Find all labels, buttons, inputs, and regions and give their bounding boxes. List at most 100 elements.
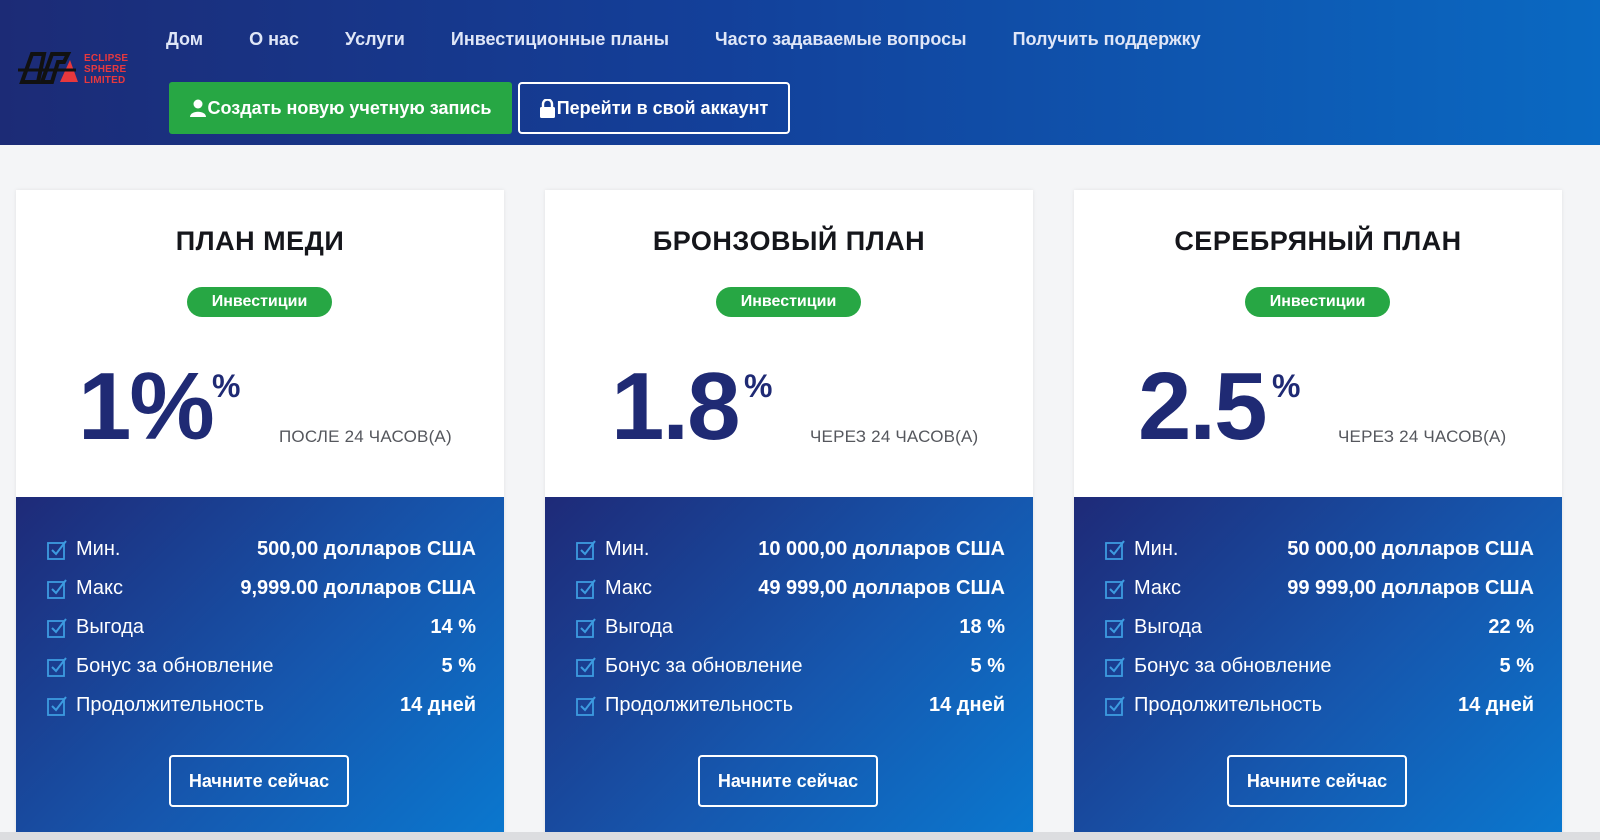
list-item: Выгода 14 %	[46, 608, 476, 647]
detail-value: 50 000,00 долларов США	[1287, 538, 1534, 560]
bottom-divider	[0, 832, 1600, 840]
detail-value: 14 %	[430, 616, 476, 638]
plan-title: БРОНЗОВЫЙ ПЛАН	[652, 226, 926, 256]
checkbox-checked-icon	[576, 617, 596, 638]
plan-rate-suffix: %	[1272, 368, 1301, 404]
detail-value: 14 дней	[929, 694, 1005, 716]
list-item: Мин. 500,00 долларов США	[46, 530, 476, 569]
nav-item-support[interactable]: Получить поддержку	[1013, 26, 1201, 52]
checkbox-checked-icon	[1105, 539, 1125, 560]
plan-period: ПОСЛЕ 24 ЧАСОВ(А)	[279, 427, 452, 446]
plan-card-silver: СЕРЕБРЯНЫЙ ПЛАН Инвестиции 2.5 % ЧЕРЕЗ 2…	[1074, 190, 1562, 840]
nav-item-about[interactable]: О нас	[249, 26, 299, 52]
plan-title: СЕРЕБРЯНЫЙ ПЛАН	[1174, 226, 1462, 256]
list-item: Продолжительность 14 дней	[46, 686, 476, 725]
plan-period: ЧЕРЕЗ 24 ЧАСОВ(А)	[1338, 427, 1507, 446]
list-item: Мин. 50 000,00 долларов США	[1104, 530, 1534, 569]
detail-label: Бонус за обновление	[76, 655, 274, 677]
start-now-button[interactable]: Начните сейчас	[1227, 755, 1407, 807]
list-item: Продолжительность 14 дней	[575, 686, 1005, 725]
detail-label: Мин.	[76, 538, 121, 560]
detail-label: Мин.	[605, 538, 650, 560]
login-label: Перейти в свой аккаунт	[556, 97, 769, 118]
plan-details: Мин. 500,00 долларов США Макс 9,999.00 д…	[16, 497, 504, 840]
user-icon	[189, 99, 206, 117]
detail-label: Выгода	[76, 616, 145, 638]
logo-line-1: ECLIPSE	[84, 53, 129, 64]
detail-value: 5 %	[441, 655, 476, 677]
plan-badge: Инвестиции	[187, 287, 332, 317]
plan-title: ПЛАН МЕДИ	[175, 226, 345, 256]
detail-label: Макс	[1134, 577, 1181, 599]
checkbox-checked-icon	[47, 539, 67, 560]
list-item: Макс 49 999,00 долларов США	[575, 569, 1005, 608]
detail-value: 10 000,00 долларов США	[758, 538, 1005, 560]
nav-item-faq[interactable]: Часто задаваемые вопросы	[715, 26, 967, 52]
checkbox-checked-icon	[47, 578, 67, 599]
detail-label: Продолжительность	[1134, 694, 1322, 716]
detail-label: Макс	[76, 577, 123, 599]
detail-value: 22 %	[1488, 616, 1534, 638]
logo-text: ECLIPSE SPHERE LIMITED	[84, 53, 144, 86]
logo-mark-icon	[18, 52, 78, 84]
logo-line-3: LIMITED	[84, 75, 126, 86]
plan-rate: 2.5	[1138, 353, 1267, 460]
site-header: ECLIPSE SPHERE LIMITED Дом О нас Услуги …	[0, 0, 1600, 145]
plan-rate: 1%	[78, 353, 215, 460]
detail-value: 49 999,00 долларов США	[758, 577, 1005, 599]
start-now-button[interactable]: Начните сейчас	[169, 755, 349, 807]
list-item: Макс 9,999.00 долларов США	[46, 569, 476, 608]
detail-value: 18 %	[959, 616, 1005, 638]
checkbox-checked-icon	[47, 656, 67, 677]
detail-label: Мин.	[1134, 538, 1179, 560]
plan-badge: Инвестиции	[1245, 287, 1390, 317]
list-item: Продолжительность 14 дней	[1104, 686, 1534, 725]
list-item: Бонус за обновление 5 %	[575, 647, 1005, 686]
checkbox-checked-icon	[1105, 617, 1125, 638]
plan-card-copper: ПЛАН МЕДИ Инвестиции 1% % ПОСЛЕ 24 ЧАСОВ…	[16, 190, 504, 840]
plan-period: ЧЕРЕЗ 24 ЧАСОВ(А)	[810, 427, 979, 446]
list-item: Выгода 22 %	[1104, 608, 1534, 647]
logo-line-2: SPHERE	[84, 64, 127, 75]
detail-label: Выгода	[1134, 616, 1203, 638]
plan-rate-suffix: %	[744, 368, 773, 404]
detail-value: 14 дней	[1458, 694, 1534, 716]
plan-card-bronze: БРОНЗОВЫЙ ПЛАН Инвестиции 1.8 % ЧЕРЕЗ 24…	[545, 190, 1033, 840]
detail-label: Продолжительность	[605, 694, 793, 716]
detail-value: 9,999.00 долларов США	[240, 577, 476, 599]
detail-label: Выгода	[605, 616, 674, 638]
logo[interactable]: ECLIPSE SPHERE LIMITED	[18, 50, 138, 90]
main-nav: Дом О нас Услуги Инвестиционные планы Ча…	[166, 26, 1247, 52]
detail-label: Бонус за обновление	[1134, 655, 1332, 677]
nav-item-investment-plans[interactable]: Инвестиционные планы	[451, 26, 669, 52]
plan-rate-suffix: %	[212, 368, 241, 404]
checkbox-checked-icon	[47, 617, 67, 638]
checkbox-checked-icon	[1105, 695, 1125, 716]
list-item: Мин. 10 000,00 долларов США	[575, 530, 1005, 569]
detail-value: 99 999,00 долларов США	[1287, 577, 1534, 599]
detail-label: Макс	[605, 577, 652, 599]
login-button[interactable]: Перейти в свой аккаунт	[518, 82, 790, 134]
detail-value: 14 дней	[400, 694, 476, 716]
plan-details: Мин. 10 000,00 долларов США Макс 49 999,…	[545, 497, 1033, 840]
detail-value: 5 %	[970, 655, 1005, 677]
checkbox-checked-icon	[576, 578, 596, 599]
list-item: Бонус за обновление 5 %	[1104, 647, 1534, 686]
checkbox-checked-icon	[576, 656, 596, 677]
list-item: Выгода 18 %	[575, 608, 1005, 647]
nav-item-services[interactable]: Услуги	[345, 26, 405, 52]
detail-value: 500,00 долларов США	[257, 538, 476, 560]
detail-value: 5 %	[1499, 655, 1534, 677]
plan-badge: Инвестиции	[716, 287, 861, 317]
checkbox-checked-icon	[576, 695, 596, 716]
list-item: Макс 99 999,00 долларов США	[1104, 569, 1534, 608]
list-item: Бонус за обновление 5 %	[46, 647, 476, 686]
start-now-button[interactable]: Начните сейчас	[698, 755, 878, 807]
lock-icon	[539, 98, 555, 118]
checkbox-checked-icon	[1105, 578, 1125, 599]
plan-details: Мин. 50 000,00 долларов США Макс 99 999,…	[1074, 497, 1562, 840]
create-account-button[interactable]: Создать новую учетную запись	[169, 82, 512, 134]
detail-label: Бонус за обновление	[605, 655, 803, 677]
detail-label: Продолжительность	[76, 694, 264, 716]
nav-item-home[interactable]: Дом	[166, 26, 203, 52]
